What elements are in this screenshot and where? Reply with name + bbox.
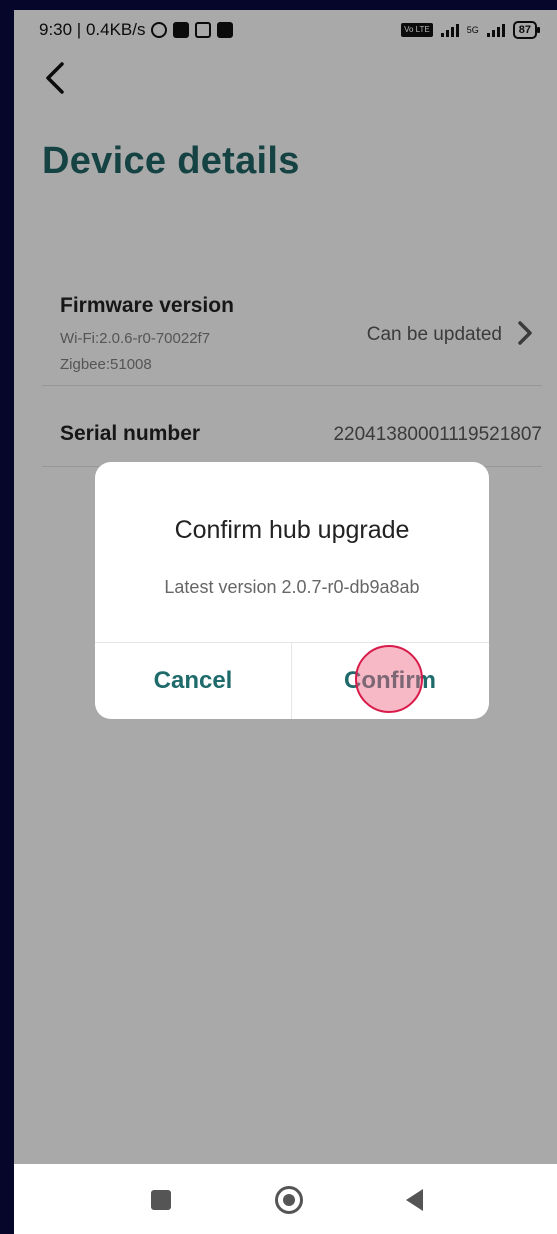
dialog-message: Latest version 2.0.7-r0-db9a8ab <box>164 577 420 597</box>
navigation-bar <box>14 1164 557 1234</box>
back-triangle-icon[interactable] <box>406 1189 423 1211</box>
cancel-button[interactable]: Cancel <box>95 642 291 719</box>
device-frame: 9:30 | 0.4KB/s Vo LTE 5G 87 Device detai… <box>0 0 557 1234</box>
tap-indicator <box>355 645 423 713</box>
recents-icon[interactable] <box>151 1190 171 1210</box>
phone-screen: 9:30 | 0.4KB/s Vo LTE 5G 87 Device detai… <box>14 10 557 1234</box>
home-icon[interactable] <box>275 1186 303 1214</box>
dialog-title: Confirm hub upgrade <box>174 516 410 544</box>
upgrade-dialog: Confirm hub upgrade Latest version 2.0.7… <box>95 462 489 719</box>
